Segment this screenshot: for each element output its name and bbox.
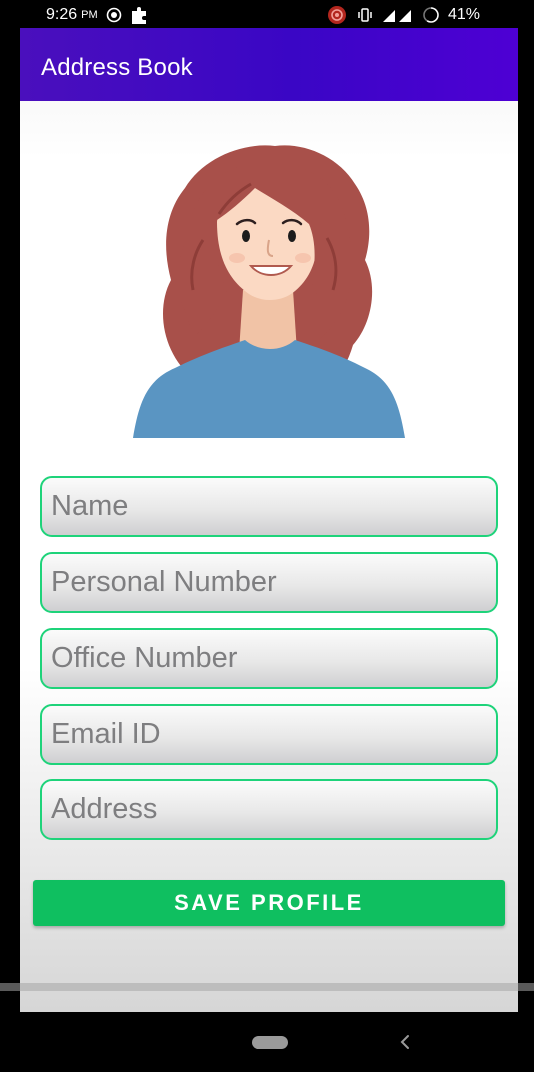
status-left: 9:26 PM (46, 5, 150, 25)
name-field[interactable] (40, 476, 498, 537)
office-number-input[interactable] (42, 630, 496, 687)
email-input[interactable] (42, 706, 496, 763)
edge-line-right (518, 983, 534, 991)
profile-avatar-image[interactable] (133, 140, 405, 438)
battery-percent: 41% (447, 6, 480, 23)
edge-line-left (0, 983, 20, 991)
battery-icon (423, 7, 439, 23)
personal-number-input[interactable] (42, 554, 496, 611)
address-input[interactable] (42, 781, 496, 838)
navigation-bar (0, 1012, 534, 1072)
personal-number-field[interactable] (40, 552, 498, 613)
name-input[interactable] (42, 478, 496, 535)
home-pill-icon[interactable] (252, 1036, 288, 1049)
app-screen: Address Book Name Personal Number Office… (20, 28, 518, 1012)
status-ampm: PM (81, 9, 98, 21)
vibrate-icon (358, 8, 372, 22)
back-icon[interactable] (398, 1032, 412, 1052)
divider (20, 983, 518, 991)
record-icon (327, 6, 346, 24)
app-title: Address Book (41, 54, 193, 81)
status-bar: 9:26 PM 41% (0, 0, 534, 28)
status-time: 9:26 (46, 6, 78, 23)
puzzle-icon (131, 7, 146, 24)
signal-icon (382, 10, 411, 22)
status-right: 41% (326, 5, 480, 25)
email-field[interactable] (40, 704, 498, 765)
app-bar: Address Book (20, 28, 518, 101)
office-number-field[interactable] (40, 628, 498, 689)
left-eye (242, 230, 250, 242)
address-field[interactable] (40, 779, 498, 840)
save-profile-button[interactable]: SAVE PROFILE (33, 880, 505, 926)
screen-record-icon (106, 7, 121, 23)
right-eye (288, 230, 296, 242)
